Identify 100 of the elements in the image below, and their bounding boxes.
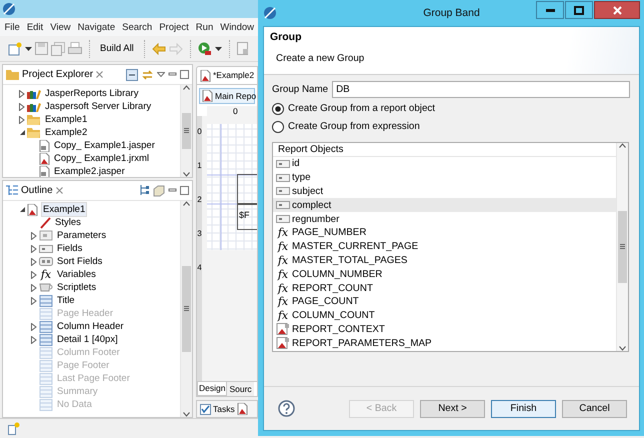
- close-button[interactable]: [594, 1, 640, 19]
- dialog-button[interactable]: Next >: [420, 400, 485, 418]
- scroll-up-icon[interactable]: [183, 201, 190, 206]
- menu-item[interactable]: File: [1, 20, 24, 34]
- dialog-button[interactable]: Cancel: [562, 400, 627, 418]
- tree-item[interactable]: Example2: [44, 126, 88, 139]
- field-icon: [39, 244, 53, 252]
- collapsed-arrow-icon[interactable]: [31, 270, 37, 278]
- tree-item[interactable]: Styles: [54, 216, 82, 229]
- list-item[interactable]: fx COLUMN_NUMBER: [273, 267, 616, 282]
- scroll-down-icon[interactable]: [619, 346, 626, 351]
- scrollbar-thumb[interactable]: [182, 112, 191, 150]
- collapsed-arrow-icon[interactable]: [31, 258, 37, 266]
- collapsed-arrow-icon[interactable]: [31, 284, 37, 292]
- list-item[interactable]: fx PAGE_COUNT: [273, 294, 616, 309]
- collapsed-arrow-icon[interactable]: [31, 296, 37, 304]
- view-tab[interactable]: Outline: [21, 184, 53, 197]
- radio-label[interactable]: Create Group from expression: [288, 120, 420, 133]
- minimize-button[interactable]: [536, 1, 564, 19]
- fx-icon: fx: [39, 268, 53, 281]
- scroll-down-icon[interactable]: [183, 412, 190, 417]
- cube-icon[interactable]: [153, 184, 165, 196]
- tree-item[interactable]: Copy_ Example1.jrxml: [53, 152, 150, 165]
- list-item[interactable]: regnumber: [273, 212, 616, 226]
- collapsed-arrow-icon[interactable]: [31, 322, 37, 330]
- view-menu-icon[interactable]: [157, 72, 165, 77]
- close-icon[interactable]: [56, 187, 63, 194]
- tree-icon[interactable]: [140, 185, 150, 196]
- file-icon: [39, 140, 50, 152]
- maximize-icon[interactable]: [180, 186, 189, 195]
- list-item[interactable]: id: [273, 157, 616, 171]
- tree-item[interactable]: JasperReports Library: [44, 87, 140, 100]
- view-tab[interactable]: Project Explorer: [22, 68, 94, 81]
- collapsed-arrow-icon[interactable]: [19, 116, 25, 124]
- report-file-icon: [39, 152, 50, 164]
- run-icon[interactable]: [198, 42, 212, 56]
- menu-item[interactable]: Navigate: [74, 20, 119, 34]
- expanded-arrow-icon[interactable]: [18, 206, 26, 213]
- radio-button[interactable]: [272, 102, 284, 114]
- tree-item[interactable]: Example2.jasper: [53, 165, 126, 177]
- list-item[interactable]: fx REPORT_COUNT: [273, 281, 616, 295]
- tree-item[interactable]: Fields: [56, 242, 84, 255]
- collapsed-arrow-icon[interactable]: [31, 232, 37, 240]
- ruler-number: 0: [232, 104, 238, 118]
- maximize-button[interactable]: [565, 1, 593, 19]
- tree-item[interactable]: Jaspersoft Server Library: [44, 100, 152, 113]
- radio-label[interactable]: Create Group from a report object: [288, 102, 436, 115]
- caret-icon[interactable]: [214, 46, 222, 50]
- tree-item[interactable]: Column Header: [56, 320, 125, 333]
- tree-item[interactable]: Example1: [41, 202, 88, 217]
- tree-item[interactable]: Example1: [44, 113, 88, 126]
- tree-item[interactable]: Title: [56, 294, 76, 307]
- tree-item[interactable]: Copy_ Example1.jasper: [53, 139, 156, 152]
- tree-item[interactable]: Scriptlets: [56, 281, 98, 294]
- tree-item[interactable]: Parameters: [56, 229, 108, 242]
- menu-item[interactable]: Search: [118, 20, 156, 34]
- menu-item[interactable]: Project: [156, 20, 192, 34]
- tree-item[interactable]: Sort Fields: [56, 255, 104, 268]
- scroll-up-icon[interactable]: [183, 85, 190, 90]
- report-parameter-icon: [276, 337, 290, 350]
- collapsed-arrow-icon[interactable]: [19, 102, 25, 110]
- field-label: Group Name: [272, 83, 328, 96]
- list-item[interactable]: type: [273, 170, 616, 185]
- collapsed-arrow-icon[interactable]: [31, 336, 37, 344]
- list-item[interactable]: REPORT_CONTEXT: [273, 322, 616, 336]
- tree-item[interactable]: Detail 1 [40px]: [56, 333, 119, 346]
- editor-tab[interactable]: Sourc: [227, 382, 254, 396]
- collapse-all-icon[interactable]: [126, 68, 138, 80]
- scroll-down-icon[interactable]: [183, 172, 190, 177]
- list-item[interactable]: fx MASTER_CURRENT_PAGE: [273, 240, 616, 254]
- expanded-arrow-icon[interactable]: [18, 129, 26, 136]
- editor-tab[interactable]: Design: [197, 382, 228, 396]
- radio-button[interactable]: [272, 120, 284, 132]
- maximize-icon[interactable]: [180, 70, 189, 79]
- dialog-button[interactable]: Finish: [491, 400, 556, 418]
- scroll-up-icon[interactable]: [619, 143, 626, 148]
- menu-item[interactable]: View: [46, 20, 74, 34]
- scrollbar-thumb[interactable]: [618, 210, 627, 284]
- list-item[interactable]: fx MASTER_TOTAL_PAGES: [273, 254, 616, 268]
- help-icon[interactable]: [278, 400, 295, 417]
- grip-icon: [184, 306, 189, 312]
- list-item[interactable]: fx PAGE_NUMBER: [273, 226, 616, 240]
- list-item[interactable]: subject: [273, 184, 616, 198]
- close-icon: [612, 6, 622, 14]
- list-item[interactable]: complect: [273, 198, 616, 212]
- collapsed-arrow-icon[interactable]: [31, 244, 37, 252]
- scrollbar-thumb[interactable]: [182, 266, 191, 352]
- item-label: REPORT_PARAMETERS_MAP: [292, 336, 432, 350]
- menu-item[interactable]: Edit: [23, 20, 47, 34]
- new-window-icon[interactable]: [8, 422, 20, 435]
- tree-item[interactable]: Variables: [56, 268, 97, 281]
- close-icon[interactable]: [96, 71, 104, 78]
- caret-icon[interactable]: [25, 46, 32, 50]
- list-item[interactable]: REPORT_PARAMETERS_MAP: [273, 336, 616, 350]
- menu-item[interactable]: Window: [216, 20, 258, 34]
- menu-item[interactable]: Run: [192, 20, 217, 34]
- collapsed-arrow-icon[interactable]: [19, 90, 25, 98]
- build-all-button[interactable]: Build All: [97, 42, 137, 55]
- list-item[interactable]: fx COLUMN_COUNT: [273, 308, 616, 323]
- group-name-field[interactable]: DB: [332, 81, 630, 98]
